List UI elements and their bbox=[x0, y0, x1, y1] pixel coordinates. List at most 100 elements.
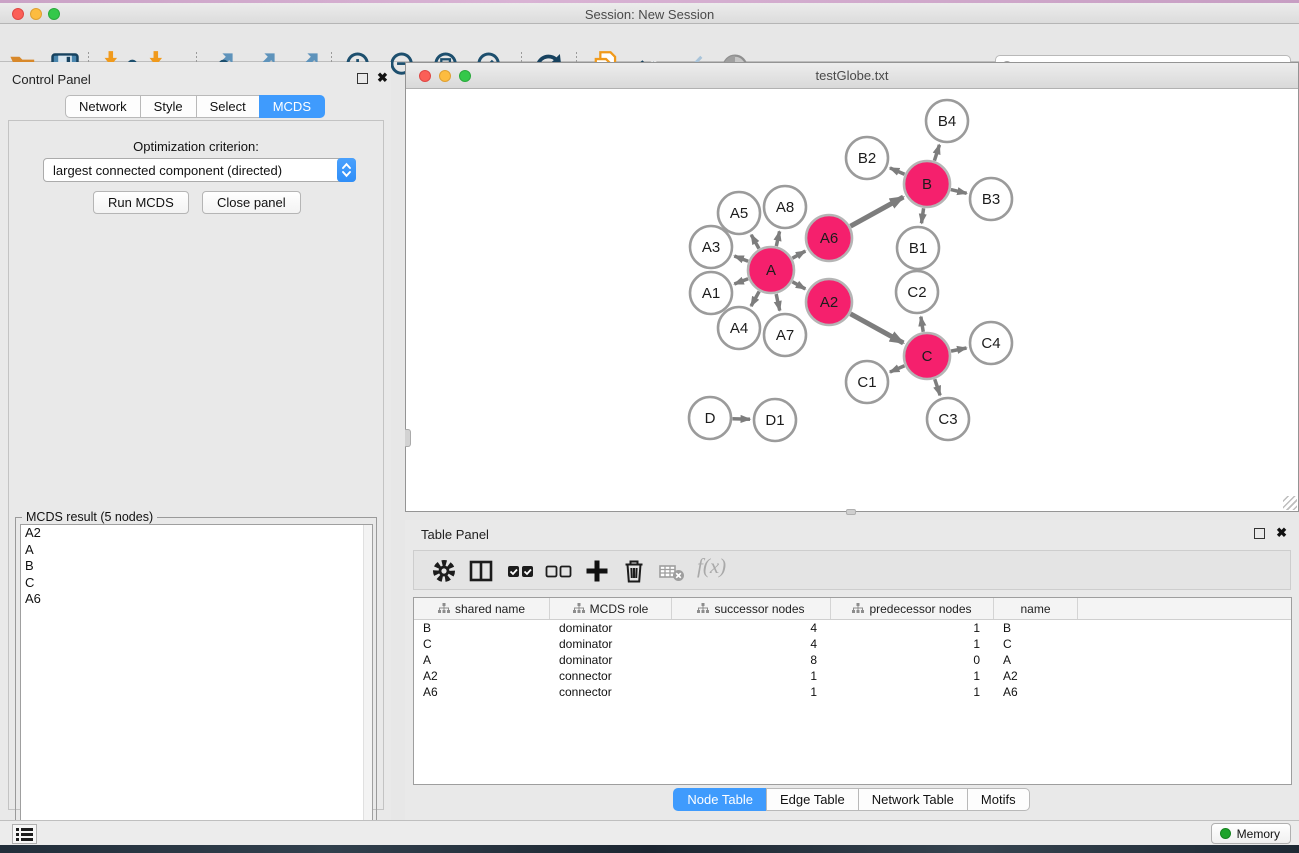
table-cell: 1 bbox=[672, 684, 831, 700]
table-cell: connector bbox=[550, 668, 672, 684]
graph-edge-A-A3[interactable] bbox=[734, 256, 748, 261]
table-row[interactable]: Adominator80A bbox=[414, 652, 1291, 668]
tab-mcds[interactable]: MCDS bbox=[259, 95, 325, 118]
tab-network-table[interactable]: Network Table bbox=[858, 788, 968, 811]
graph-node-A5[interactable]: A5 bbox=[718, 192, 760, 234]
column-header-predecessor-nodes[interactable]: predecessor nodes bbox=[831, 598, 994, 619]
table-row[interactable]: A6connector11A6 bbox=[414, 684, 1291, 700]
table-cell: 1 bbox=[831, 620, 994, 636]
table-row[interactable]: Cdominator41C bbox=[414, 636, 1291, 652]
scrollbar-track[interactable] bbox=[363, 525, 372, 853]
graph-edge-A-A4[interactable] bbox=[751, 291, 759, 306]
graph-node-C3[interactable]: C3 bbox=[927, 398, 969, 440]
graph-node-A4[interactable]: A4 bbox=[718, 307, 760, 349]
add-column-icon[interactable] bbox=[582, 556, 612, 586]
graph-node-A3[interactable]: A3 bbox=[690, 226, 732, 268]
svg-text:D: D bbox=[705, 410, 716, 427]
graph-node-A7[interactable]: A7 bbox=[764, 314, 806, 356]
graph-node-B[interactable]: B bbox=[904, 161, 950, 207]
graph-node-C2[interactable]: C2 bbox=[896, 271, 938, 313]
network-canvas[interactable]: B4 B2 B B3 A5A8 A6 A3 A B1 A1 C2 A2 A4 A7 C4 C C1 C3 D D1 bbox=[406, 89, 1298, 511]
table-panel-tabs: Node TableEdge TableNetwork TableMotifs bbox=[405, 788, 1299, 811]
svg-text:A6: A6 bbox=[820, 230, 838, 247]
graph-node-B4[interactable]: B4 bbox=[926, 100, 968, 142]
task-history-button[interactable] bbox=[12, 824, 37, 844]
graph-edge-B-B4[interactable] bbox=[934, 145, 939, 161]
mcds-result-list[interactable]: A2ABCA6 bbox=[20, 524, 373, 853]
tab-motifs[interactable]: Motifs bbox=[967, 788, 1030, 811]
table-cell: 1 bbox=[831, 684, 994, 700]
svg-text:B1: B1 bbox=[909, 240, 927, 257]
svg-text:A7: A7 bbox=[776, 327, 794, 344]
tab-select[interactable]: Select bbox=[196, 95, 260, 118]
window-resize-grip[interactable] bbox=[1283, 496, 1297, 510]
graph-edge-A-A6[interactable] bbox=[792, 251, 805, 258]
mcds-result-item[interactable]: A6 bbox=[21, 591, 372, 608]
graph-edge-A-A7[interactable] bbox=[776, 294, 780, 311]
mcds-result-item[interactable]: B bbox=[21, 558, 372, 575]
graph-node-A6[interactable]: A6 bbox=[806, 215, 852, 261]
graph-edge-A2-C[interactable] bbox=[850, 314, 903, 343]
graph-node-C[interactable]: C bbox=[904, 333, 950, 379]
deselect-all-icon[interactable] bbox=[544, 556, 574, 586]
tab-network[interactable]: Network bbox=[65, 95, 141, 118]
graph-node-B3[interactable]: B3 bbox=[970, 178, 1012, 220]
graph-node-D[interactable]: D bbox=[689, 397, 731, 439]
graph-edge-C-C1[interactable] bbox=[890, 366, 905, 372]
table-row[interactable]: A2connector11A2 bbox=[414, 668, 1291, 684]
graph-node-C4[interactable]: C4 bbox=[970, 322, 1012, 364]
close-panel-button[interactable]: Close panel bbox=[202, 191, 301, 214]
delete-column-icon[interactable] bbox=[619, 556, 649, 586]
column-header-shared-name[interactable]: shared name bbox=[414, 598, 550, 619]
column-header-MCDS-role[interactable]: MCDS role bbox=[550, 598, 672, 619]
select-stepper[interactable] bbox=[337, 158, 356, 182]
graph-node-A[interactable]: A bbox=[748, 247, 794, 293]
svg-text:A3: A3 bbox=[702, 239, 720, 256]
graph-node-C1[interactable]: C1 bbox=[846, 361, 888, 403]
graph-edge-A6-B[interactable] bbox=[850, 197, 903, 226]
graph-edge-A-A1[interactable] bbox=[734, 279, 748, 284]
table-cell: dominator bbox=[550, 652, 672, 668]
graph-node-A1[interactable]: A1 bbox=[690, 272, 732, 314]
window-title: Session: New Session bbox=[0, 7, 1299, 22]
svg-text:C2: C2 bbox=[907, 284, 926, 301]
table-cell: C bbox=[414, 636, 550, 652]
graph-edge-C-C2[interactable] bbox=[921, 317, 923, 332]
float-panel-icon[interactable] bbox=[1254, 528, 1265, 539]
graph-edge-C-C3[interactable] bbox=[935, 379, 940, 395]
graph-edge-C-C4[interactable] bbox=[951, 348, 966, 351]
tab-edge-table[interactable]: Edge Table bbox=[766, 788, 859, 811]
canvas-edge-handle[interactable] bbox=[846, 509, 856, 515]
column-header-successor-nodes[interactable]: successor nodes bbox=[672, 598, 831, 619]
tab-node-table[interactable]: Node Table bbox=[673, 788, 767, 811]
graph-edge-D-D1[interactable] bbox=[732, 419, 750, 420]
run-mcds-button[interactable]: Run MCDS bbox=[93, 191, 189, 214]
graph-node-D1[interactable]: D1 bbox=[754, 399, 796, 441]
close-panel-icon[interactable]: ✖ bbox=[1276, 525, 1287, 540]
memory-button[interactable]: Memory bbox=[1211, 823, 1291, 844]
mcds-result-item[interactable]: A bbox=[21, 542, 372, 559]
table-row[interactable]: Bdominator41B bbox=[414, 620, 1291, 636]
select-all-icon[interactable] bbox=[506, 556, 536, 586]
split-columns-icon[interactable] bbox=[466, 556, 496, 586]
graph-edge-A-A5[interactable] bbox=[751, 235, 759, 249]
column-header-name[interactable]: name bbox=[994, 598, 1078, 619]
canvas-edge-handle[interactable] bbox=[405, 429, 411, 447]
tab-style[interactable]: Style bbox=[140, 95, 197, 118]
graph-node-A8[interactable]: A8 bbox=[764, 186, 806, 228]
mcds-result-item[interactable]: A2 bbox=[21, 525, 372, 542]
graph-edge-B-B2[interactable] bbox=[890, 168, 905, 174]
graph-node-B1[interactable]: B1 bbox=[897, 227, 939, 269]
graph-edge-A-A8[interactable] bbox=[776, 231, 779, 246]
graph-node-B2[interactable]: B2 bbox=[846, 137, 888, 179]
settings-gear-icon[interactable] bbox=[429, 556, 459, 586]
float-panel-icon[interactable] bbox=[357, 73, 368, 84]
mcds-result-item[interactable]: C bbox=[21, 575, 372, 592]
graph-edge-B-B3[interactable] bbox=[951, 190, 967, 194]
optimization-criterion-select[interactable]: largest connected component (directed) bbox=[43, 158, 356, 182]
graph-edge-A-A2[interactable] bbox=[792, 282, 805, 289]
graph-edge-B-B1[interactable] bbox=[921, 208, 923, 223]
close-panel-icon[interactable]: ✖ bbox=[377, 70, 388, 85]
node-table[interactable]: shared nameMCDS rolesuccessor nodesprede… bbox=[413, 597, 1292, 785]
graph-node-A2[interactable]: A2 bbox=[806, 279, 852, 325]
